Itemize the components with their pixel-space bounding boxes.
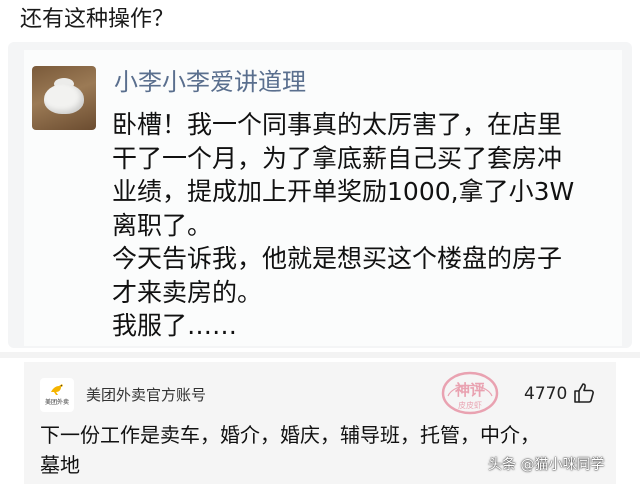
logo-text: 美团外卖	[44, 399, 69, 406]
comment-author-name[interactable]: 美团外卖官方账号	[86, 385, 206, 405]
kangaroo-icon	[51, 384, 63, 395]
avatar[interactable]	[32, 66, 96, 130]
shenping-stamp-icon: 神评 皮皮虾	[441, 371, 499, 415]
meituan-logo-avatar[interactable]: 美团外卖	[40, 378, 74, 412]
post-line: 离职了。	[112, 210, 213, 240]
post-line: 卧槽！我一个同事真的太厉害了，在店里	[112, 110, 563, 139]
stamp-bottom-text: 皮皮虾	[458, 400, 482, 410]
comment-line: 下一份工作是卖车，婚介，婚庆，辅导班，托管，中介，	[40, 423, 540, 447]
post-line: 干了一个月，为了拿底薪自己买了套房冲	[112, 143, 563, 173]
post-line: 今天告诉我，他就是想买这个楼盘的房子	[112, 244, 563, 273]
post-body: 卧槽！我一个同事真的太厉害了，在店里 干了一个月，为了拿底薪自己买了套房冲 业绩…	[112, 108, 622, 343]
avatar-mask	[44, 84, 84, 114]
post-line: 才来卖房的。	[112, 277, 263, 307]
post-line: 我服了……	[112, 311, 238, 340]
stamp-top-text: 神评	[455, 381, 485, 399]
page-title: 还有这种操作？	[20, 7, 175, 32]
thumbs-up-icon[interactable]	[572, 381, 596, 405]
post-line: 业绩，提成加上开单奖励1000,拿了小3W	[112, 177, 575, 206]
post-author-name[interactable]: 小李小李爱讲道理	[114, 66, 306, 98]
section-divider	[0, 352, 640, 358]
source-watermark: 头条 @猫小咪同学	[488, 457, 605, 473]
like-count: 4770	[524, 384, 568, 404]
